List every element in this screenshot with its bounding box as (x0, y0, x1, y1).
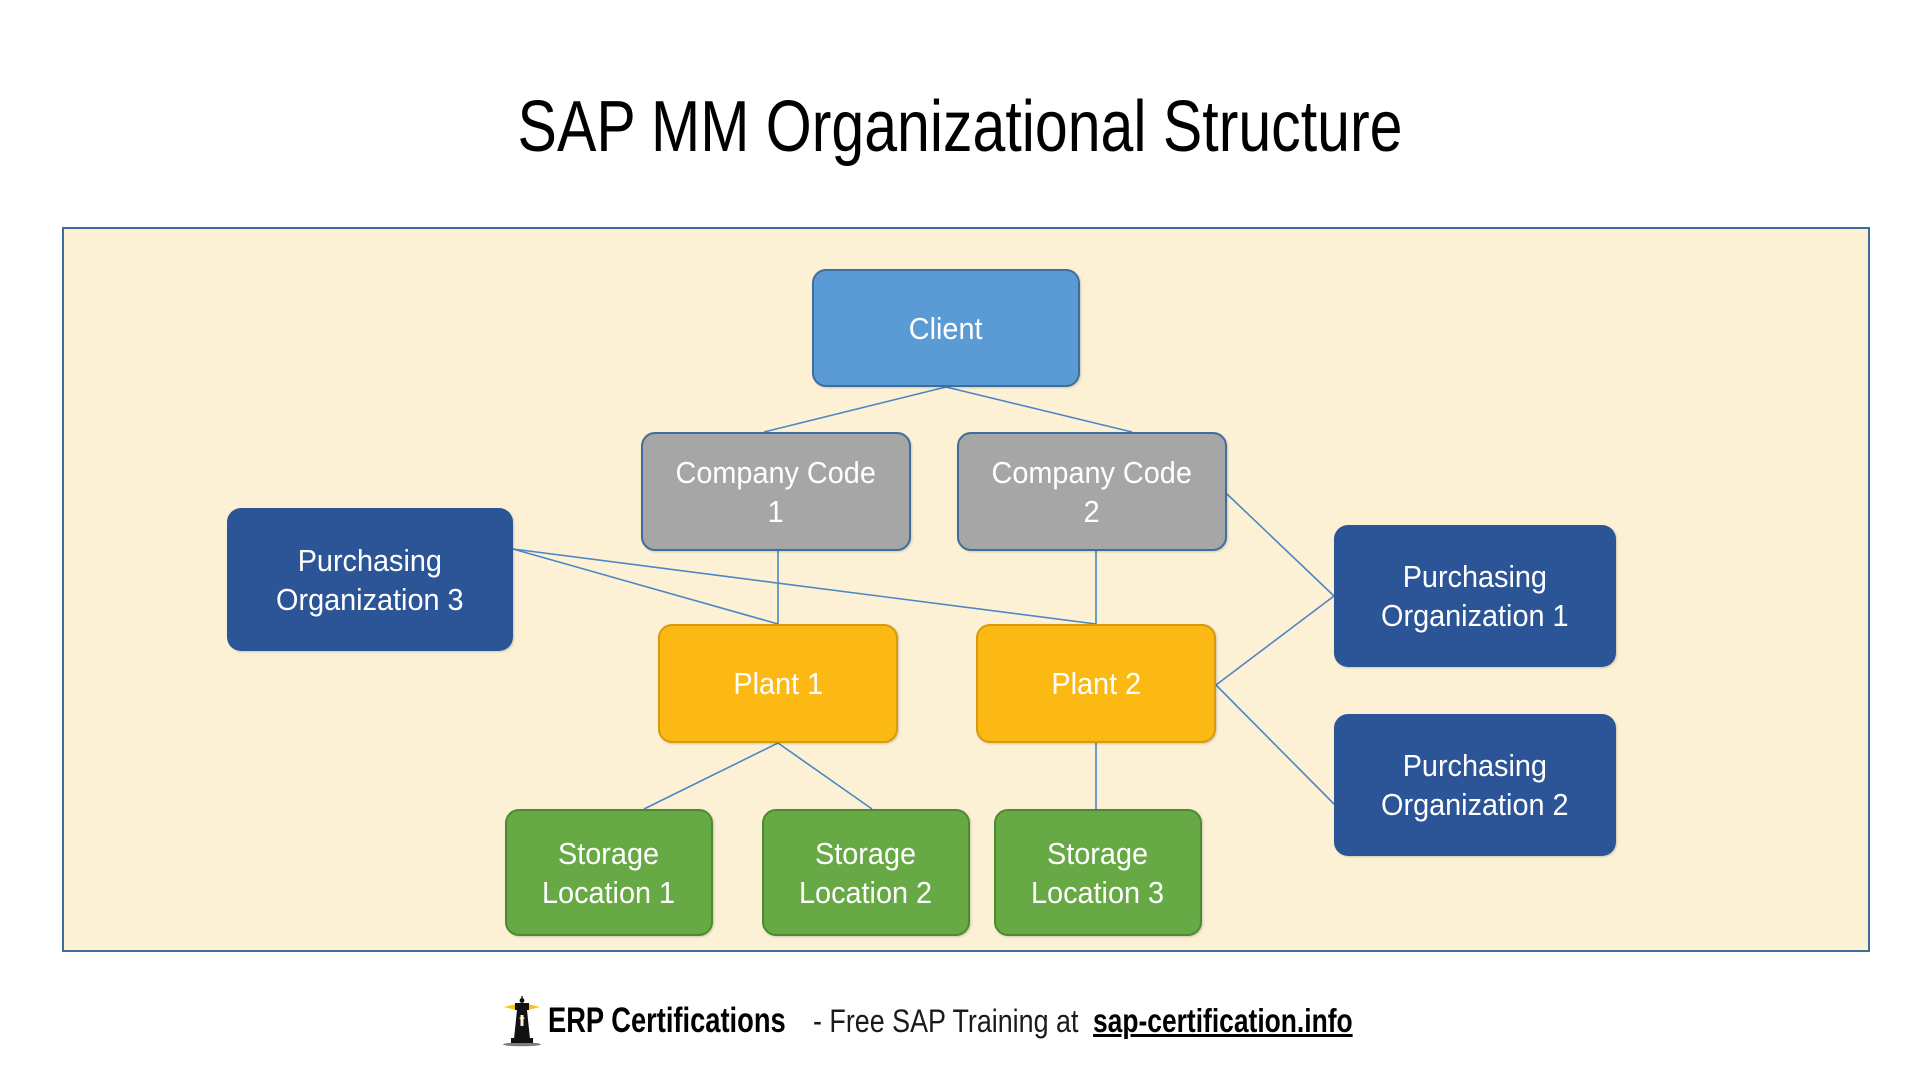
node-plant-1[interactable]: Plant 1 (658, 624, 898, 743)
edge-company-code-2-to-purchasing-organization-1 (1226, 493, 1335, 597)
node-plant-1-label: Plant 1 (733, 666, 823, 701)
footer-link[interactable]: sap-certification.info (1093, 1002, 1353, 1040)
node-client-label: Client (909, 310, 983, 346)
node-storage-location-3-label: Storage Location 3 (1031, 835, 1165, 910)
node-purchasing-organization-2[interactable]: Purchasing Organization 2 (1334, 714, 1616, 856)
edge-client-to-company-code-2 (945, 386, 1133, 433)
edge-plant-1-to-storage-location-1 (643, 742, 779, 810)
edge-plant-2-to-purchasing-organization-1 (1215, 595, 1335, 686)
edge-purchasing-organization-3-to-plant-1 (512, 548, 779, 625)
diagram-canvas: Client Company Code 1 Company Code 2 Pla… (62, 227, 1870, 952)
node-plant-2[interactable]: Plant 2 (976, 624, 1216, 743)
edge-plant-1-to-storage-location-2 (777, 742, 873, 810)
node-storage-location-1[interactable]: Storage Location 1 (505, 809, 713, 936)
node-purchasing-organization-1-label: Purchasing Organization 1 (1381, 559, 1569, 633)
node-storage-location-1-label: Storage Location 1 (542, 835, 676, 910)
node-company-code-1-label: Company Code 1 (675, 454, 877, 529)
node-storage-location-2-label: Storage Location 2 (799, 835, 933, 910)
lighthouse-icon (503, 996, 542, 1047)
node-purchasing-organization-3[interactable]: Purchasing Organization 3 (227, 508, 513, 651)
node-purchasing-organization-1[interactable]: Purchasing Organization 1 (1334, 525, 1616, 667)
page-title: SAP MM Organizational Structure (517, 87, 1403, 167)
node-client[interactable]: Client (812, 269, 1080, 387)
footer-tagline: - Free SAP Training at (813, 1002, 1079, 1039)
node-plant-2-label: Plant 2 (1051, 666, 1141, 701)
node-company-code-1[interactable]: Company Code 1 (641, 432, 911, 551)
footer-brand: ERP Certifications (548, 1001, 787, 1040)
node-storage-location-3[interactable]: Storage Location 3 (994, 809, 1202, 936)
edge-plant-2-to-purchasing-organization-2 (1215, 684, 1335, 805)
node-purchasing-organization-2-label: Purchasing Organization 2 (1381, 748, 1569, 822)
footer: ERP Certifications - Free SAP Training a… (0, 995, 1920, 1047)
edge-client-to-company-code-1 (763, 386, 947, 433)
node-storage-location-2[interactable]: Storage Location 2 (762, 809, 970, 936)
node-purchasing-organization-3-label: Purchasing Organization 3 (276, 542, 464, 617)
node-company-code-2-label: Company Code 2 (991, 454, 1193, 529)
node-company-code-2[interactable]: Company Code 2 (957, 432, 1227, 551)
edge-purchasing-organization-3-to-plant-2 (512, 548, 1097, 625)
